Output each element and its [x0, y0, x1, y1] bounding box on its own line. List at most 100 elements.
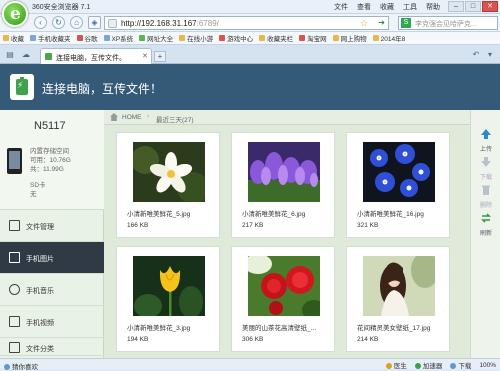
favorites-item[interactable]: XP系统	[103, 33, 133, 43]
image-card[interactable]: 小清新唯美鲜花_6.jpg 217 KB	[231, 132, 335, 238]
navigation-bar: ‹ ↻ ⌂ ◈ http://192.168.31.167:6789/ ☆ ➜ …	[0, 14, 500, 32]
image-card[interactable]: 小清新唯美鲜花_5.jpg 166 KB	[116, 132, 220, 238]
image-thumbnail[interactable]	[133, 256, 205, 316]
page-icon	[108, 19, 117, 28]
breadcrumb: HOME › 最近三天(27)	[104, 110, 470, 125]
search-placeholder: 李克强会见哈萨克...	[415, 21, 477, 28]
status-recommend[interactable]: 猜你喜欢	[4, 361, 38, 371]
refresh-button[interactable]: 刷新	[471, 212, 500, 237]
tab-list-icon[interactable]: ▾	[484, 49, 496, 60]
content-area: HOME › 最近三天(27) 小清新唯美鲜花_5.jpg 166 KB 小清新…	[104, 110, 470, 358]
favorites-item[interactable]: 收藏夹栏	[259, 33, 293, 43]
favorites-item[interactable]: 游戏中心	[219, 33, 253, 43]
cloud-icon[interactable]: ☁	[20, 49, 32, 60]
address-bar[interactable]: http://192.168.31.167:6789/ ☆ ➜	[104, 16, 389, 30]
undo-icon[interactable]: ↶	[470, 49, 482, 60]
refresh-icon[interactable]: ↻	[52, 16, 65, 29]
image-filename: 小清新唯美鲜花_6.jpg	[242, 211, 306, 218]
sidebar-item-label: 文件分类	[26, 346, 54, 353]
image-card[interactable]: 美丽的山茶花高清壁纸_... 306 KB	[231, 246, 335, 352]
address-url: http://192.168.31.167:6789/	[121, 19, 219, 28]
device-name: N5117	[34, 120, 66, 132]
home-icon[interactable]: ⌂	[70, 16, 83, 29]
sidebar-item-videos[interactable]: 手机视频	[0, 306, 104, 338]
image-filesize: 214 KB	[357, 336, 379, 343]
image-card[interactable]: 小清新唯美鲜花_16.jpg 321 KB	[346, 132, 450, 238]
go-icon[interactable]: ➜	[378, 18, 385, 27]
back-icon[interactable]: ‹	[34, 16, 47, 29]
sidebar-item-label: 手机音乐	[26, 288, 54, 295]
close-button[interactable]: ✕	[482, 1, 498, 12]
delete-button[interactable]: 删除	[471, 184, 500, 209]
home-breadcrumb-icon[interactable]	[110, 113, 118, 121]
favorites-item[interactable]: 在线小游	[179, 33, 213, 43]
image-thumbnail[interactable]	[133, 142, 205, 202]
image-thumbnail[interactable]	[248, 142, 320, 202]
tab-close-icon[interactable]: ✕	[142, 52, 148, 60]
menu-view[interactable]: 查看	[357, 2, 371, 12]
upload-label: 上传	[479, 147, 492, 153]
sidebar-item-music[interactable]: 手机音乐	[0, 274, 104, 306]
image-card[interactable]: 小清新唯美鲜花_3.jpg 194 KB	[116, 246, 220, 352]
menu-favorites[interactable]: 收藏	[380, 2, 394, 12]
image-filename: 小清新唯美鲜花_5.jpg	[127, 211, 191, 218]
music-icon	[9, 284, 20, 295]
trash-icon	[482, 185, 490, 195]
new-tab-button[interactable]: +	[154, 51, 166, 62]
menu-tools[interactable]: 工具	[403, 2, 417, 12]
search-input[interactable]: S 李克强会见哈萨克...	[398, 16, 498, 30]
sidebar-item-files[interactable]: 文件管理	[0, 210, 104, 242]
image-filename: 花间精灵美女壁纸_17.jpg	[357, 325, 431, 332]
minimize-button[interactable]: –	[448, 1, 464, 12]
image-thumbnail[interactable]	[248, 256, 320, 316]
favorites-item[interactable]: 网上购物	[332, 33, 367, 43]
image-thumbnail[interactable]	[363, 142, 435, 202]
device-panel: N5117 内置存储空间 可用：10.76G 共：11.99G SD卡 无	[0, 110, 104, 210]
menu-file[interactable]: 文件	[334, 2, 348, 12]
action-rail: 上传 下载 删除 刷新	[470, 110, 500, 358]
menu-help[interactable]: 帮助	[426, 2, 440, 12]
image-thumbnail[interactable]	[363, 256, 435, 316]
title-bar: e 360安全浏览器 7.1 文件 查看 收藏 工具 帮助 – □ ✕	[0, 0, 500, 27]
tab-menu-icon[interactable]: ▤	[4, 49, 16, 60]
image-filesize: 217 KB	[242, 222, 264, 229]
sidebar-item-label: 手机视频	[26, 320, 54, 327]
breadcrumb-current: 最近三天(27)	[156, 117, 194, 124]
image-card[interactable]: 花间精灵美女壁纸_17.jpg 214 KB	[346, 246, 450, 352]
delete-label: 删除	[479, 203, 492, 209]
download-button[interactable]: 下载	[471, 156, 500, 181]
window-title: 360安全浏览器 7.1	[32, 4, 91, 11]
status-zoom[interactable]: 100%	[479, 362, 496, 369]
search-icon[interactable]: S	[401, 18, 411, 28]
browser-logo-icon: e	[2, 1, 28, 27]
image-filename: 美丽的山茶花高清壁纸_...	[242, 325, 317, 332]
image-filename: 小清新唯美鲜花_16.jpg	[357, 211, 424, 218]
upload-button[interactable]: 上传	[471, 128, 500, 153]
sidebar-item-categories[interactable]: 文件分类	[0, 338, 104, 356]
storage-total: 共：11.99G	[30, 166, 64, 173]
favorites-item[interactable]: 淘宝网	[299, 33, 327, 43]
folder-icon	[9, 220, 20, 231]
status-bar: 猜你喜欢 医生 加速器 下载 100%	[0, 358, 500, 371]
favorites-item[interactable]: 手机收藏夹	[30, 33, 71, 43]
menu-bar: 文件 查看 收藏 工具 帮助	[334, 2, 440, 12]
app-slogan: 连接电脑，互传文件！	[42, 82, 163, 96]
tab-favicon-icon	[45, 53, 52, 60]
image-filesize: 166 KB	[127, 222, 149, 229]
sidebar-item-label: 文件管理	[26, 224, 54, 231]
maximize-button[interactable]: □	[465, 1, 481, 12]
favorites-item[interactable]: 收藏	[3, 33, 24, 43]
phone-icon	[7, 148, 22, 174]
tab-active[interactable]: 连接电脑，互传文件。 ✕	[40, 48, 152, 64]
app-header: 连接电脑，互传文件！	[0, 64, 500, 110]
shield-icon[interactable]: ◈	[88, 16, 101, 29]
star-icon[interactable]: ☆	[360, 18, 368, 29]
sidebar: N5117 内置存储空间 可用：10.76G 共：11.99G SD卡 无 文件…	[0, 110, 104, 358]
favorites-item[interactable]: 2014年8	[372, 33, 405, 43]
breadcrumb-home[interactable]: HOME	[122, 114, 142, 121]
category-icon	[9, 342, 20, 353]
app-logo-icon	[10, 74, 34, 100]
sidebar-item-images[interactable]: 手机图片	[0, 242, 104, 274]
favorites-item[interactable]: 谷歌	[76, 33, 98, 43]
favorites-item[interactable]: 网址大全	[139, 33, 173, 43]
